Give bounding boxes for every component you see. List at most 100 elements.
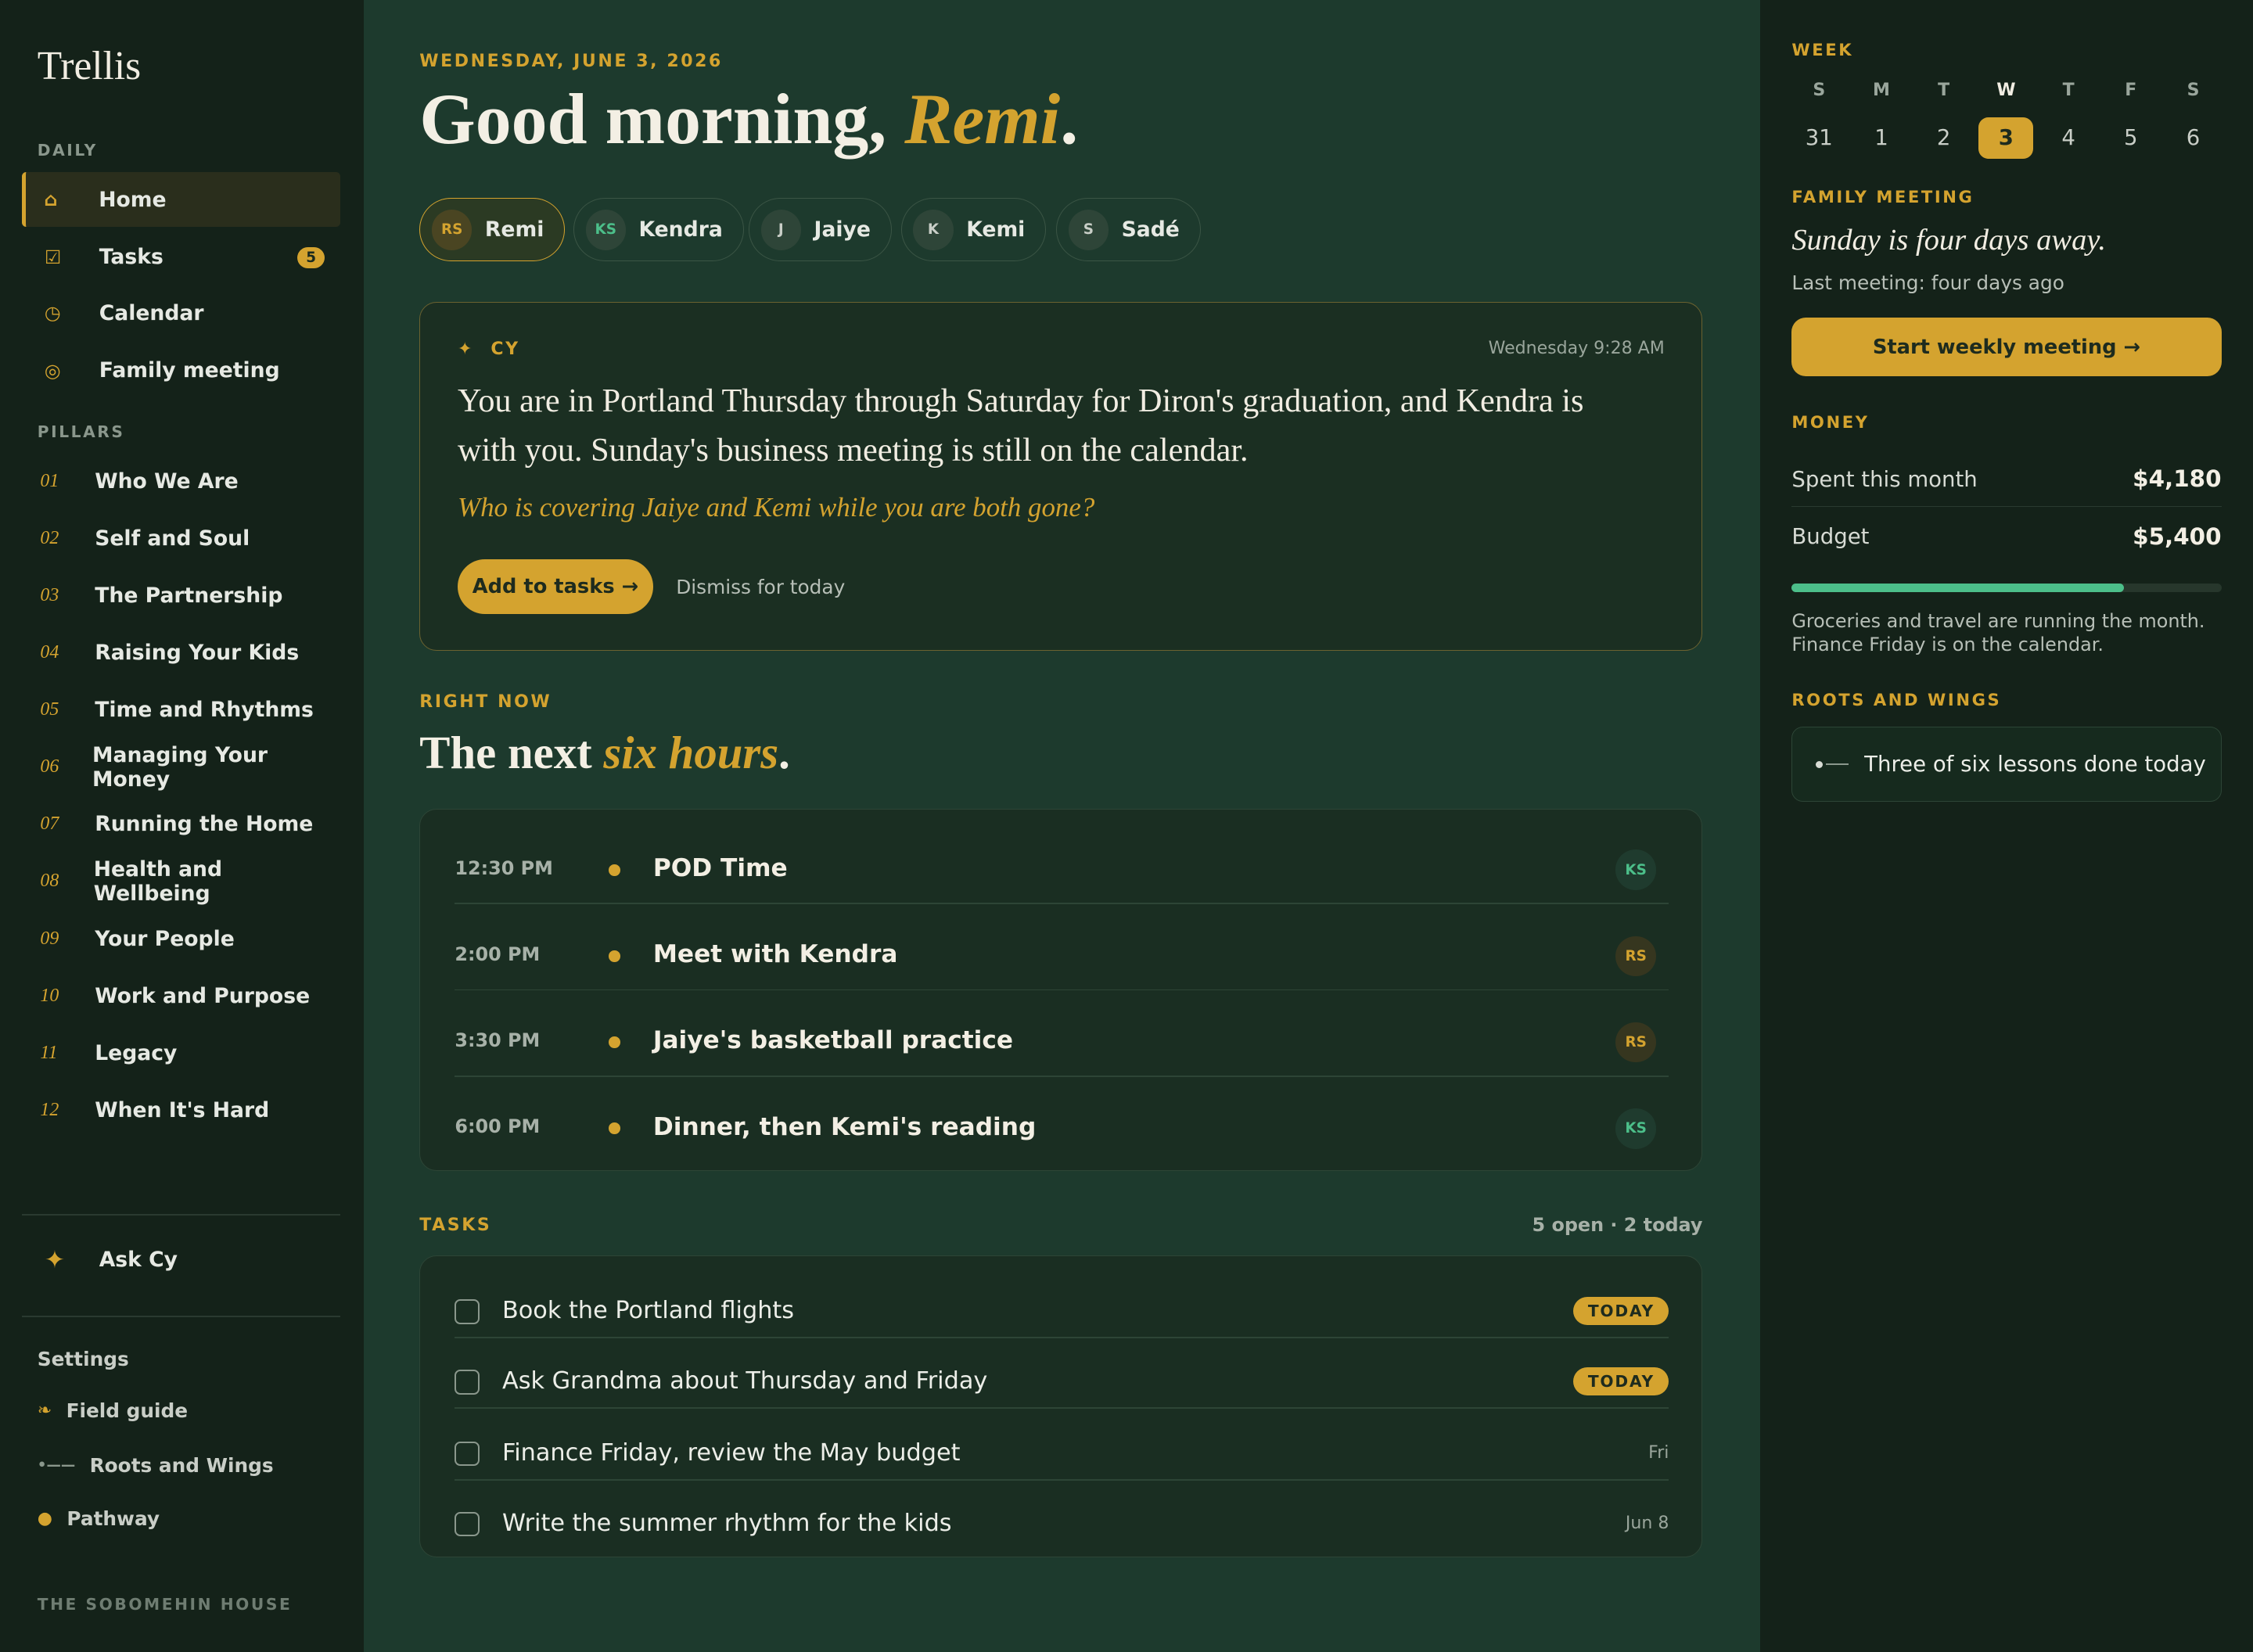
day-number: 5 <box>2124 124 2138 150</box>
greeting-title: Good morning, Remi. <box>419 77 1078 160</box>
roots-wings-label: ROOTS AND WINGS <box>1791 689 2002 709</box>
cy-insight-card: ✦ CY Wednesday 9:28 AM You are in Portla… <box>419 301 1703 652</box>
avatar: RS <box>1615 936 1656 977</box>
add-to-tasks-button[interactable]: Add to tasks → <box>458 559 653 615</box>
week-day[interactable]: S6 <box>2166 81 2221 159</box>
avatar: KS <box>1615 849 1656 890</box>
weekday-letter: T <box>2062 80 2075 100</box>
start-weekly-meeting-button[interactable]: Start weekly meeting → <box>1791 317 2222 377</box>
person-chip-kemi[interactable]: K Kemi <box>900 198 1047 262</box>
pathway-link[interactable]: ● Pathway <box>38 1507 160 1530</box>
nav-calendar[interactable]: ◷ Calendar <box>22 286 341 341</box>
date-label: WEDNESDAY, JUNE 3, 2026 <box>419 52 723 72</box>
task-text[interactable]: Book the Portland flights <box>502 1297 794 1324</box>
weekday-letter: M <box>1872 80 1890 100</box>
avatar: RS <box>1615 1022 1656 1063</box>
roots-wings-card[interactable]: Three of six lessons done today <box>1791 727 2222 802</box>
budget-progress-bar <box>1791 583 2222 592</box>
tasks-label: TASKS <box>419 1215 492 1235</box>
nav-family-meeting[interactable]: ◎ Family meeting <box>22 343 341 398</box>
task-checkbox[interactable] <box>455 1299 480 1324</box>
pillar-item[interactable]: 04 Raising Your Kids <box>22 631 341 674</box>
today-badge: TODAY <box>1573 1366 1669 1396</box>
field-guide-link[interactable]: ❧ Field guide <box>38 1399 188 1422</box>
pillar-number: 03 <box>40 584 59 605</box>
person-chip-remi[interactable]: RS Remi <box>419 198 566 262</box>
pillar-item[interactable]: 06 Managing Your Money <box>22 743 341 792</box>
roots-wings-text: Three of six lessons done today <box>1864 752 2206 778</box>
pillar-item[interactable]: 12 When It's Hard <box>22 1089 341 1132</box>
task-item: Book the Portland flights TODAY <box>455 1268 1669 1338</box>
nav-label: Home <box>99 187 167 212</box>
person-chip-kendra[interactable]: KS Kendra <box>573 198 744 262</box>
dot-icon <box>608 1036 620 1048</box>
task-item: Finance Friday, review the May budget Fr… <box>455 1410 1669 1481</box>
nav-label: Tasks <box>99 245 163 270</box>
nav-home[interactable]: ⌂ Home <box>21 172 341 228</box>
settings-link[interactable]: Settings <box>38 1348 129 1370</box>
ask-cy-button[interactable]: ✦ Ask Cy <box>22 1233 341 1287</box>
day-number: 4 <box>2061 124 2075 150</box>
week-day[interactable]: W3 <box>1978 81 2034 160</box>
person-chip-sade[interactable]: S Sadé <box>1055 198 1201 262</box>
pathway-label: Pathway <box>66 1507 160 1530</box>
family-meeting-title: Sunday is four days away. <box>1791 223 2107 257</box>
dot-icon <box>608 950 620 962</box>
schedule-item[interactable]: 2:00 PM Meet with Kendra RS <box>455 904 1669 991</box>
schedule-item[interactable]: 12:30 PM POD Time KS <box>455 818 1669 905</box>
task-checkbox[interactable] <box>455 1512 480 1537</box>
pillar-item[interactable]: 03 The Partnership <box>22 574 341 617</box>
brand-logo[interactable]: Trellis <box>38 43 141 89</box>
pillar-label: Self and Soul <box>95 526 250 551</box>
family-meeting-subtitle: Last meeting: four days ago <box>1791 271 2064 295</box>
task-checkbox[interactable] <box>455 1442 480 1467</box>
money-key: Budget <box>1791 524 1870 550</box>
dismiss-button[interactable]: Dismiss for today <box>676 576 845 598</box>
schedule-item[interactable]: 6:00 PM Dinner, then Kemi's reading KS <box>455 1077 1669 1163</box>
pillar-item[interactable]: 01 Who We Are <box>22 460 341 503</box>
money-note: Groceries and travel are running the mon… <box>1791 609 2205 656</box>
week-day[interactable]: F5 <box>2104 81 2158 159</box>
pillar-item[interactable]: 07 Running the Home <box>22 803 341 846</box>
right-now-title-em: six hours <box>603 727 779 779</box>
today-badge: TODAY <box>1573 1296 1669 1326</box>
pillar-label: Legacy <box>95 1040 178 1065</box>
nav-label: Family meeting <box>99 358 280 383</box>
pillar-item[interactable]: 02 Self and Soul <box>22 517 341 560</box>
week-day[interactable]: T4 <box>2041 81 2096 159</box>
pillar-number: 04 <box>40 642 59 663</box>
money-value: $5,400 <box>2133 523 2222 550</box>
greeting-name: Remi <box>904 79 1061 160</box>
task-text[interactable]: Ask Grandma about Thursday and Friday <box>502 1367 987 1395</box>
roots-wings-icon <box>1815 760 1850 769</box>
field-guide-label: Field guide <box>66 1399 189 1422</box>
pillar-item[interactable]: 10 Work and Purpose <box>22 975 341 1018</box>
household-name: THE SOBOMEHIN HOUSE <box>37 1594 293 1614</box>
week-day[interactable]: S 31 <box>1791 81 1846 159</box>
person-chip-jaiye[interactable]: J Jaiye <box>748 198 892 262</box>
greeting-text: Good morning, <box>419 79 887 160</box>
day-number: 31 <box>1805 124 1833 150</box>
schedule-list: 12:30 PM POD Time KS 2:00 PM Meet with K… <box>419 809 1703 1171</box>
sidebar: Trellis DAILY ⌂ Home ☑ Tasks 5 ◷ Calenda… <box>0 0 364 1652</box>
pillar-item[interactable]: 09 Your People <box>22 918 341 961</box>
schedule-item[interactable]: 3:30 PM Jaiye's basketball practice RS <box>455 990 1669 1077</box>
money-key: Spent this month <box>1791 466 1978 492</box>
pillar-label: Work and Purpose <box>95 983 311 1008</box>
pillar-label: Health and Wellbeing <box>93 857 223 906</box>
pillar-item[interactable]: 05 Time and Rhythms <box>22 688 341 731</box>
pillar-item[interactable]: 08 Health and Wellbeing <box>22 857 341 906</box>
week-day[interactable]: M1 <box>1854 81 1909 159</box>
pillar-label: When It's Hard <box>95 1097 270 1122</box>
day-number: 2 <box>1936 124 1951 150</box>
task-text[interactable]: Write the summer rhythm for the kids <box>502 1510 952 1537</box>
task-text[interactable]: Finance Friday, review the May budget <box>502 1439 960 1467</box>
task-checkbox[interactable] <box>455 1370 480 1395</box>
pillar-item[interactable]: 11 Legacy <box>22 1032 341 1075</box>
pillar-number: 06 <box>40 756 59 778</box>
week-day[interactable]: T2 <box>1917 81 1971 159</box>
pillar-label: Time and Rhythms <box>95 698 314 723</box>
nav-tasks[interactable]: ☑ Tasks 5 <box>22 230 341 285</box>
roots-wings-link[interactable]: •—— Roots and Wings <box>38 1454 274 1477</box>
right-now-label: RIGHT NOW <box>419 692 552 713</box>
